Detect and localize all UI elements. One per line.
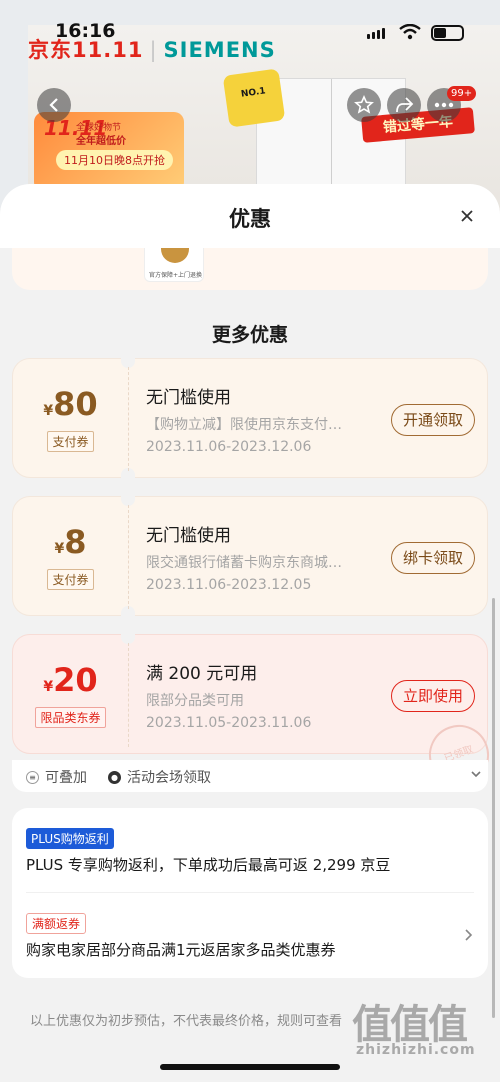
venue-icon: ●	[108, 770, 121, 784]
currency-symbol: ¥	[43, 679, 54, 695]
coupon-amount: ¥80	[13, 385, 128, 423]
coupon-value: 80	[53, 385, 98, 423]
coupon-stack-row[interactable]: ≡ 可叠加 ● 活动会场领取	[12, 760, 488, 792]
more-dots-icon	[434, 102, 454, 108]
coupon-type-tag: 支付券	[47, 431, 94, 452]
coupon-desc: 【购物立减】限使用京东支付…	[146, 417, 342, 433]
rebate-info-card: PLUS购物返利 PLUS 专享购物返利，下单成功后最高可返 2,299 京豆 …	[12, 808, 488, 978]
coupon-divider	[128, 643, 129, 747]
coupon-title: 无门槛使用	[146, 388, 231, 408]
status-bar: 16:16	[0, 0, 500, 41]
sheet-header: 优惠	[0, 184, 500, 248]
no1-badge: NO.1	[222, 68, 286, 128]
coupon-type-tag: 限品类东券	[35, 707, 106, 728]
stackable-label: ≡ 可叠加	[26, 767, 87, 787]
coupon-date: 2023.11.05-2023.11.06	[146, 715, 312, 731]
coupon-desc: 限部分品类可用	[146, 693, 244, 709]
bind-card-claim-button[interactable]: 绑卡领取	[391, 542, 476, 574]
section-title-more-discounts: 更多优惠	[211, 324, 288, 346]
coupon-divider	[128, 505, 129, 609]
brand-separator: |	[149, 38, 158, 62]
coupon-title: 无门槛使用	[146, 526, 231, 546]
back-button[interactable]	[37, 88, 71, 122]
venue-label: ● 活动会场领取	[108, 767, 211, 787]
use-now-button[interactable]: 立即使用	[391, 680, 476, 712]
star-icon	[354, 95, 374, 114]
plus-rebate-text: PLUS 专享购物返利，下单成功后最高可返 2,299 京豆	[26, 856, 391, 874]
chevron-left-icon	[49, 98, 58, 112]
coupon-amount: ¥8	[13, 523, 128, 561]
open-and-claim-button[interactable]: 开通领取	[391, 404, 476, 436]
service-guarantee-text: 官方保障+上门退换	[149, 272, 203, 279]
coupon-date: 2023.11.06-2023.12.05	[146, 577, 312, 593]
coupon-card: ¥8 支付券 无门槛使用 限交通银行储蓄卡购京东商城… 2023.11.06-2…	[12, 496, 488, 616]
plus-rebate-badge: PLUS购物返利	[26, 828, 114, 849]
full-return-text[interactable]: 购家电家居部分商品满1元返居家多品类优惠券	[26, 939, 336, 960]
full-return-badge: 满额返券	[26, 913, 87, 934]
coupon-desc: 限交通银行储蓄卡购京东商城…	[146, 555, 342, 571]
coupon-card: ¥80 支付券 无门槛使用 【购物立减】限使用京东支付… 2023.11.06-…	[12, 358, 488, 478]
battery-icon	[431, 25, 464, 41]
promo-badge: 11.11 全球好物节 全年超低价 11月10日晚8点开抢	[34, 112, 184, 192]
home-indicator[interactable]	[160, 1064, 340, 1070]
coupon-value: 20	[53, 661, 98, 699]
coupon-value: 8	[64, 523, 87, 561]
status-time: 16:16	[55, 20, 116, 42]
close-icon[interactable]	[458, 207, 476, 225]
chevron-right-icon[interactable]	[462, 928, 474, 942]
disclaimer-text: 以上优惠仅为初步预估，不代表最终价格，规则可查看	[30, 1014, 343, 1029]
promo-line-2: 全年超低价	[76, 136, 126, 147]
coupon-type-tag: 支付券	[47, 569, 94, 590]
siemens-brand-logo: SIEMENS	[163, 38, 276, 62]
coupon-tag-wrap: 支付券	[13, 431, 128, 452]
coupon-tag-wrap: 限品类东券	[13, 707, 128, 728]
cart-count-badge: 99+	[447, 86, 477, 101]
site-watermark: 值值值 zhizhizhi.com	[352, 992, 492, 1062]
coupon-date: 2023.11.06-2023.12.06	[146, 439, 312, 455]
coupon-title: 满 200 元可用	[146, 664, 258, 684]
scrollbar[interactable]	[492, 598, 495, 1018]
favorite-button[interactable]	[347, 88, 381, 122]
discount-sheet: 优惠 官方保障+上门退换 更多优惠 ¥80 支付券 无门槛使用 【购物立减】限使…	[0, 184, 500, 1082]
wifi-icon	[399, 24, 421, 40]
stackable-text: 可叠加	[45, 770, 87, 786]
watermark-site: zhizhizhi.com	[356, 1042, 476, 1058]
coupon-divider	[128, 367, 129, 471]
chevron-down-icon[interactable]	[470, 768, 482, 780]
coupon-amount: ¥20	[13, 661, 128, 699]
share-icon	[396, 97, 414, 113]
coupon-card: ¥20 限品类东券 满 200 元可用 限部分品类可用 2023.11.05-2…	[12, 634, 498, 794]
currency-symbol: ¥	[43, 403, 54, 419]
signal-icon	[367, 28, 385, 39]
sheet-title: 优惠	[229, 207, 271, 231]
info-divider	[26, 892, 474, 893]
currency-symbol: ¥	[54, 541, 65, 557]
promo-date-pill: 11月10日晚8点开抢	[56, 150, 173, 170]
share-button[interactable]	[387, 88, 421, 122]
coupon-tag-wrap: 支付券	[13, 569, 128, 590]
stackable-icon: ≡	[26, 770, 39, 784]
venue-text: 活动会场领取	[127, 770, 211, 786]
